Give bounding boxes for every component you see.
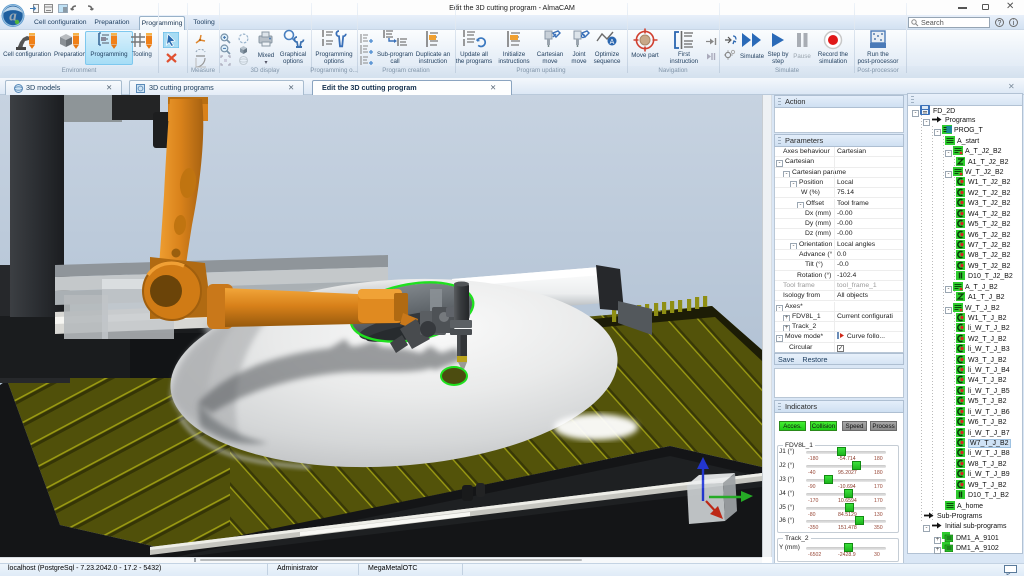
svg-text:A: A [610, 39, 615, 46]
